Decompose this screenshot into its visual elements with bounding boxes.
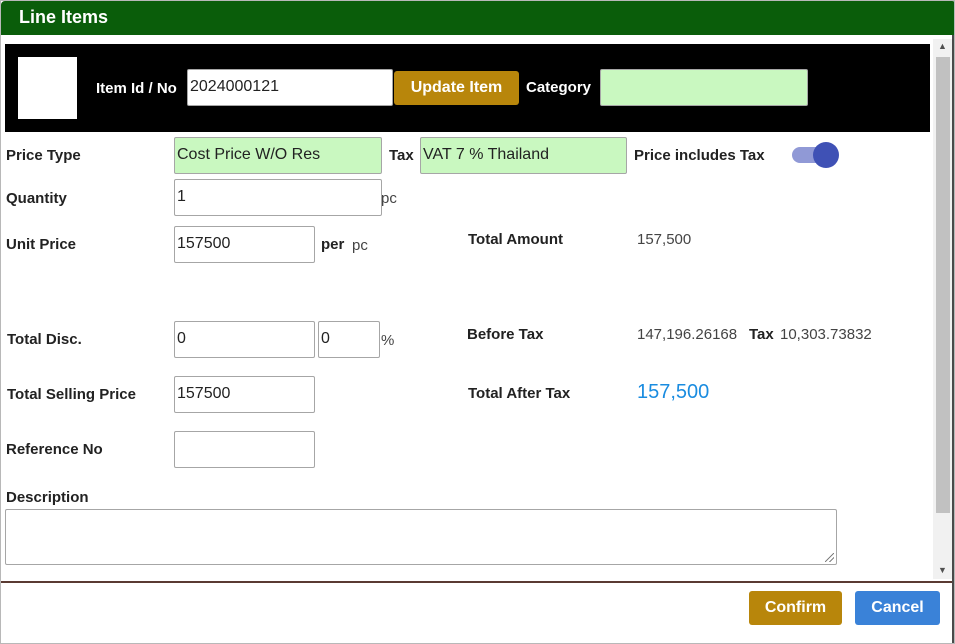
price-type-label: Price Type: [6, 147, 81, 164]
item-image[interactable]: [18, 57, 77, 119]
total-disc-percent-input[interactable]: 0: [318, 321, 380, 358]
unit-price-input[interactable]: 157500: [174, 226, 315, 263]
total-disc-amount-input[interactable]: 0: [174, 321, 315, 358]
per-label: per: [321, 236, 345, 253]
unit-price-label: Unit Price: [6, 236, 77, 253]
resize-grip-icon[interactable]: [825, 553, 834, 562]
tax-select[interactable]: VAT 7 % Thailand: [420, 137, 627, 174]
scrollbar-thumb[interactable]: [936, 57, 950, 513]
category-input[interactable]: [600, 69, 808, 106]
dialog-title-bar[interactable]: Line Items: [1, 1, 954, 35]
price-includes-tax-label: Price includes Tax: [634, 147, 765, 164]
percent-symbol: %: [381, 332, 395, 349]
reference-no-input[interactable]: [174, 431, 315, 468]
price-includes-tax-toggle-knob[interactable]: [813, 142, 839, 168]
triangle-down-icon[interactable]: ▼: [933, 563, 952, 577]
dialog-body: Item Id / No 2024000121 Update Item Cate…: [5, 35, 952, 581]
before-tax-value: 147,196.26168: [637, 326, 738, 343]
quantity-label: Quantity: [6, 190, 67, 207]
dialog-footer: Confirm Cancel: [1, 583, 952, 643]
line-items-dialog: Line Items Item Id / No 2024000121 Updat…: [0, 0, 955, 644]
item-header-bar: Item Id / No 2024000121 Update Item Cate…: [5, 44, 930, 132]
confirm-button[interactable]: Confirm: [749, 591, 842, 625]
total-amount-label: Total Amount: [468, 231, 563, 248]
total-after-tax-value: 157,500: [637, 381, 710, 403]
price-type-select[interactable]: Cost Price W/O Res: [174, 137, 382, 174]
total-amount-value: 157,500: [637, 231, 692, 248]
triangle-up-icon[interactable]: ▲: [933, 39, 952, 53]
category-label: Category: [526, 79, 592, 96]
total-after-tax-label: Total After Tax: [468, 385, 571, 402]
total-disc-label: Total Disc.: [7, 331, 82, 348]
reference-no-label: Reference No: [6, 441, 103, 458]
total-selling-price-label: Total Selling Price: [7, 386, 136, 403]
update-item-button[interactable]: Update Item: [394, 71, 519, 105]
description-label: Description: [6, 489, 89, 506]
cancel-button[interactable]: Cancel: [855, 591, 940, 625]
total-selling-price-input[interactable]: 157500: [174, 376, 315, 413]
quantity-unit: pc: [381, 190, 397, 207]
before-tax-label: Before Tax: [467, 326, 544, 343]
quantity-input[interactable]: 1: [174, 179, 382, 216]
vertical-scrollbar[interactable]: ▲ ▼: [933, 39, 952, 579]
item-id-input[interactable]: 2024000121: [187, 69, 393, 106]
summary-tax-value: 10,303.73832: [780, 326, 872, 343]
unit-price-unit: pc: [352, 237, 368, 254]
dialog-title: Line Items: [19, 7, 109, 27]
tax-label: Tax: [389, 147, 414, 164]
description-textarea[interactable]: [5, 509, 837, 565]
item-id-label: Item Id / No: [96, 80, 177, 97]
summary-tax-label: Tax: [749, 326, 774, 343]
